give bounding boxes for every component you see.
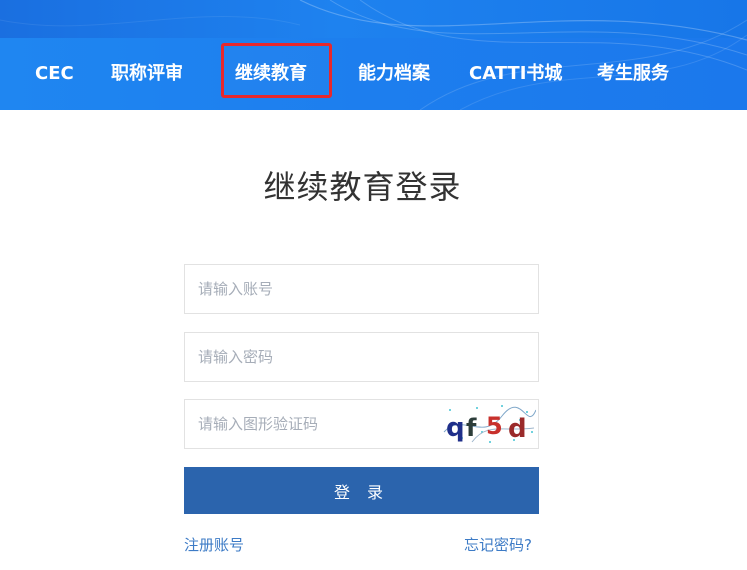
password-input[interactable] [185,333,538,381]
svg-text:d: d [508,414,527,444]
header-wave-decoration [0,0,747,110]
captcha-image[interactable]: q f 5 d [442,402,536,446]
nav-item-cec[interactable]: CEC [35,60,74,88]
nav-item-catti-bookstore[interactable]: CATTI书城 [469,60,562,88]
nav-item-title-review[interactable]: 职称评审 [111,60,183,88]
account-field[interactable] [184,264,539,314]
captcha-field[interactable]: q f 5 d [184,399,539,449]
login-button[interactable]: 登 录 [184,467,539,514]
svg-text:5: 5 [486,412,503,440]
register-link[interactable]: 注册账号 [184,534,244,555]
nav-item-candidate-service[interactable]: 考生服务 [597,60,669,88]
svg-text:q: q [446,413,465,443]
forgot-password-link[interactable]: 忘记密码? [464,534,532,555]
nav-item-ability-archive[interactable]: 能力档案 [358,60,430,88]
page-title: 继续教育登录 [263,168,462,206]
account-input[interactable] [185,265,538,313]
password-field[interactable] [184,332,539,382]
nav-item-continuing-education[interactable]: 继续教育 [235,60,307,88]
svg-text:f: f [466,414,477,442]
top-nav-bar: CEC 职称评审 继续教育 能力档案 CATTI书城 考生服务 [0,0,747,110]
